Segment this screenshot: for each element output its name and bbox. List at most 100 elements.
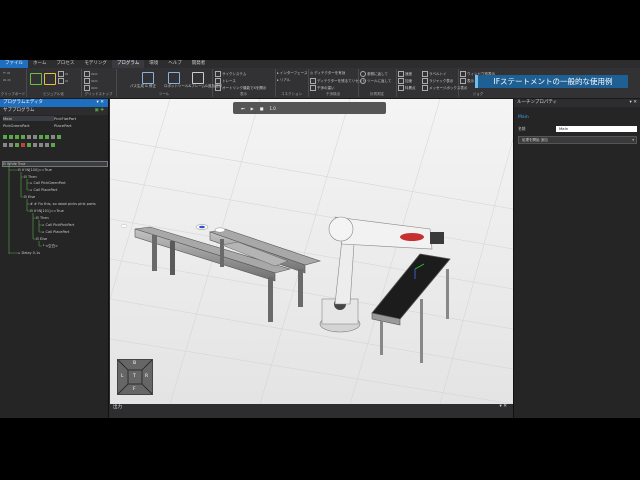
statement-icon[interactable] [45, 143, 49, 147]
statement-icon[interactable] [27, 143, 31, 147]
copy-button[interactable]: ▭ ▭ [3, 78, 11, 82]
statement-icon[interactable] [9, 143, 13, 147]
subprogram-list: Main PickFlatPart PickGreenPart PlacePar… [0, 115, 108, 129]
add-subprogram-icon[interactable]: ▣ ✚ [95, 107, 104, 115]
jack-check[interactable]: ラジャック表示 [422, 78, 453, 84]
subprogram-pickgreen[interactable]: PickGreenPart [3, 123, 54, 128]
statement-icon[interactable] [15, 135, 19, 139]
tab-process[interactable]: プロセス [51, 60, 79, 68]
program-tree: ⊟ While True ⊟ If IN[100]==True ⊟ Then ▫… [0, 159, 108, 359]
show-check[interactable]: 表示 [460, 78, 474, 84]
axis-icon[interactable] [192, 72, 204, 84]
ref-radio[interactable]: 参照に返して [360, 71, 388, 77]
tab-developer[interactable]: 開発者 [187, 60, 211, 68]
check-size[interactable]: ▭ [58, 78, 68, 84]
paste-button[interactable]: ✂ ▭ [3, 71, 10, 75]
ribbon-group-visual: ▭ ▭ ビジュアル化 [26, 69, 82, 97]
tool-radio[interactable]: ツールに返して [360, 78, 391, 84]
nav-back[interactable]: B [133, 361, 136, 366]
statement-toolbar-1 [0, 133, 108, 141]
subprogram-main[interactable]: Main [3, 116, 54, 121]
show-grid-check[interactable]: サイクシステム [215, 71, 246, 77]
program-editor-panel: プログラムエディタ ▾ ✕ サブプログラム ▣ ✚ Main PickFlatPar… [0, 99, 109, 418]
trace-check[interactable]: トレース [215, 78, 236, 84]
group-label: コネクション [281, 92, 302, 96]
name-label: 名前 [518, 126, 526, 131]
tab-help[interactable]: ヘルプ [163, 60, 187, 68]
speed-value[interactable]: 1.0 [269, 106, 275, 111]
statement-icon[interactable] [9, 135, 13, 139]
statement-icon[interactable] [39, 135, 43, 139]
check-grid[interactable]: ▭ [58, 71, 68, 77]
statement-icon[interactable] [27, 135, 31, 139]
close-icon[interactable]: ▾ ✕ [97, 99, 104, 107]
path-button[interactable]: パス生成 & 修正 [130, 84, 156, 89]
subprogram-pickflat[interactable]: PickFlatPart [54, 116, 105, 121]
nav-front[interactable]: F [133, 387, 136, 392]
statement-icon[interactable] [45, 135, 49, 139]
ribbon-group-display: サイクシステム トレース オートリンク機能でXを開示 表示 [212, 69, 276, 97]
chevron-down-icon: ▾ [632, 138, 634, 142]
accel-check[interactable]: 加速 [398, 78, 412, 84]
name-input[interactable]: Main [556, 126, 637, 132]
statement-icon[interactable] [39, 143, 43, 147]
close-icon[interactable]: ▾ ✕ [630, 99, 637, 107]
statement-icon[interactable] [21, 143, 25, 147]
statement-icon[interactable] [57, 135, 61, 139]
tab-file[interactable]: ファイル [0, 60, 28, 68]
statement-icon[interactable] [3, 143, 7, 147]
snap-check-3[interactable]: ▭▭ [84, 85, 98, 91]
statement-icon[interactable] [51, 135, 55, 139]
app-window: ファイル ホーム プロセス モデリング プログラム 環境 ヘルプ 開発者 ✂ ▭… [0, 60, 640, 418]
routine-properties-title: ルーチンプロパティ ▾ ✕ [514, 99, 640, 107]
scene-graphic [110, 99, 513, 404]
statement-icon[interactable] [33, 143, 37, 147]
nav-right[interactable]: R [145, 374, 148, 379]
statement-icon[interactable] [3, 135, 7, 139]
play-button[interactable]: ▶ [251, 106, 254, 111]
path-icon[interactable] [142, 72, 154, 84]
select-icon[interactable] [30, 73, 42, 85]
ribbon-group-jog-options: 速度 加速 特異点 ラベルトイ ラジャック表示 メッセージボックス表示 [396, 69, 467, 97]
move-icon[interactable] [44, 73, 56, 85]
group-label: 計測測定 [370, 92, 384, 96]
navigation-cube[interactable]: B L T R F [117, 359, 153, 395]
statement-icon[interactable] [33, 135, 37, 139]
freeze-option[interactable]: 干渉の違い [310, 85, 335, 91]
signal-button[interactable]: ▸ リアル [277, 78, 290, 83]
auto-align-check[interactable]: オートリンク機能でXを開示 [215, 85, 266, 91]
ribbon-group-clipboard: ✂ ▭ ▭ ▭ クリップボード [0, 69, 27, 97]
nav-top[interactable]: T [133, 374, 136, 379]
subprogram-place[interactable]: PlacePart [54, 123, 105, 128]
speed-check[interactable]: 速度 [398, 71, 412, 77]
statement-icon[interactable] [21, 135, 25, 139]
group-label: グリッドスナップ [84, 92, 113, 96]
group-label: 干渉検出 [326, 92, 340, 96]
tree-lines [8, 165, 42, 254]
stop-button[interactable]: ■ [260, 106, 264, 111]
interface-button[interactable]: ▸ インターフェース [277, 71, 308, 76]
tab-home[interactable]: ホーム [28, 60, 51, 68]
group-label: 表示 [240, 92, 247, 96]
statement-icon[interactable] [51, 143, 55, 147]
robot-tool-icon[interactable] [168, 72, 180, 84]
3d-viewport[interactable]: ⏮ ▶ ■ 1.0 B L T R F [110, 99, 513, 404]
subprogram-header: サブプログラム ▣ ✚ [0, 107, 108, 115]
nav-left[interactable]: L [121, 374, 124, 379]
snap-check-2[interactable]: ▭▭ [84, 78, 98, 84]
statement-icon[interactable] [15, 143, 19, 147]
snap-check-1[interactable]: ▭▭ [84, 71, 98, 77]
ribbon-group-tools: パス生成 & 修正 ロボットツール&フレーム&追加登録 ツール [116, 69, 222, 97]
tab-program[interactable]: プログラム [111, 60, 145, 68]
routine-dropdown[interactable]: 処理を開始 追加 ▾ [518, 136, 637, 144]
title-banner: IFステートメントの一般的な使用例 [475, 75, 628, 88]
singular-check[interactable]: 特異点 [398, 85, 416, 91]
detector-enable[interactable]: ◎ ディテクターを有効 [310, 71, 345, 76]
routine-properties-panel: ルーチンプロパティ ▾ ✕ Main 名前 Main 処理を開始 追加 ▾ [513, 99, 640, 418]
animation-toolbar: ⏮ ▶ ■ 1.0 [233, 102, 386, 114]
close-icon[interactable]: ▾ ✕ [500, 404, 507, 409]
tab-modeling[interactable]: モデリング [79, 60, 112, 68]
label-check[interactable]: ラベルトイ [422, 71, 447, 77]
rewind-button[interactable]: ⏮ [241, 106, 245, 111]
tab-environment[interactable]: 環境 [144, 60, 163, 68]
